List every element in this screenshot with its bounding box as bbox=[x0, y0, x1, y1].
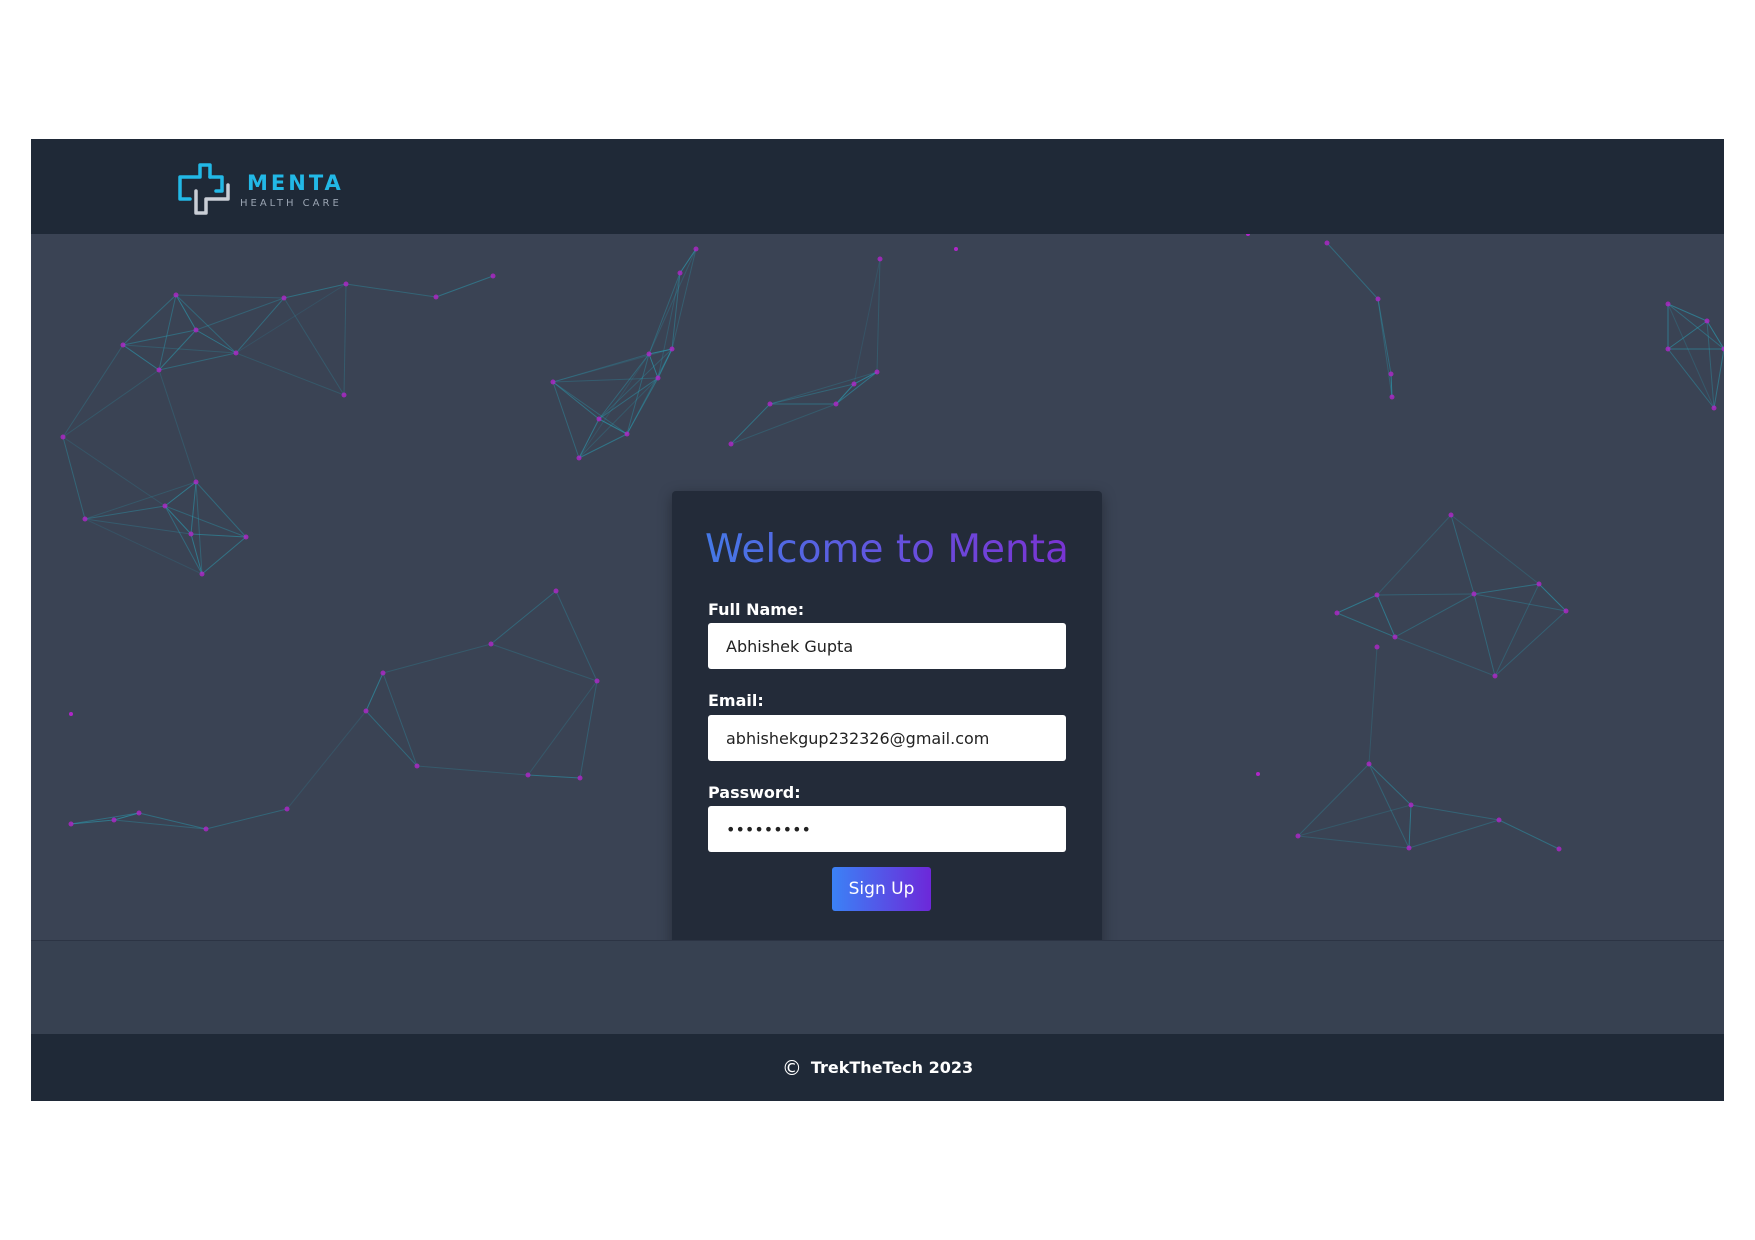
full-name-label: Full Name: bbox=[708, 600, 805, 619]
signup-card: Welcome to Menta Full Name: Email: Passw… bbox=[672, 491, 1102, 940]
top-navbar: MENTA HEALTH CARE bbox=[31, 139, 1724, 234]
copyright-icon: © bbox=[781, 1055, 802, 1080]
sign-up-button[interactable]: Sign Up bbox=[832, 867, 931, 911]
password-input[interactable] bbox=[708, 806, 1066, 852]
brand-name: MENTA bbox=[247, 171, 344, 195]
app-window: MENTA HEALTH CARE Welcome to Menta Full … bbox=[31, 139, 1724, 1101]
footer-text: TrekTheTech 2023 bbox=[810, 1058, 974, 1077]
email-label: Email: bbox=[708, 691, 764, 710]
signup-title: Welcome to Menta bbox=[672, 527, 1102, 572]
full-name-input[interactable] bbox=[708, 623, 1066, 669]
password-label: Password: bbox=[708, 783, 801, 802]
hero-section: Welcome to Menta Full Name: Email: Passw… bbox=[31, 234, 1724, 940]
email-input[interactable] bbox=[708, 715, 1066, 761]
brand-logo[interactable]: MENTA HEALTH CARE bbox=[176, 163, 376, 219]
footer-copyright: © TrekTheTech 2023 bbox=[31, 1034, 1724, 1101]
page-footer: © TrekTheTech 2023 bbox=[31, 1034, 1724, 1101]
medical-cross-icon bbox=[178, 163, 230, 215]
brand-tagline: HEALTH CARE bbox=[240, 198, 342, 209]
content-spacer bbox=[31, 941, 1724, 1034]
